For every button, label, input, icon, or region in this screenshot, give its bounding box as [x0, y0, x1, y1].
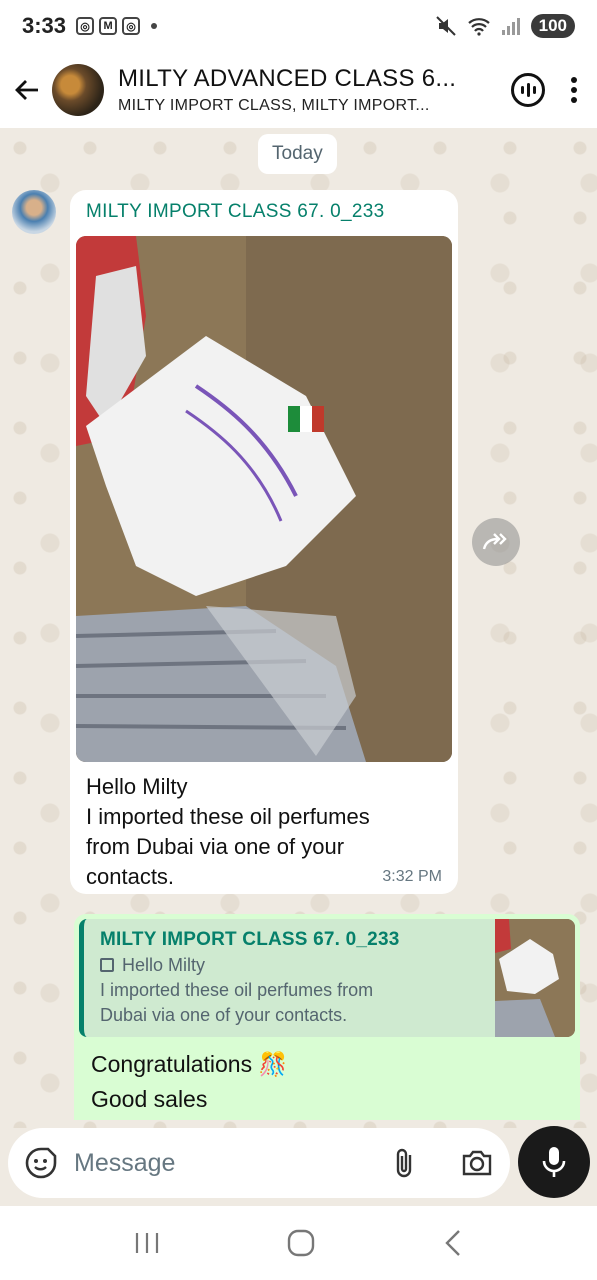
attach-icon[interactable]	[390, 1146, 420, 1180]
home-icon[interactable]	[286, 1228, 316, 1258]
quoted-line: Hello Milty	[122, 955, 206, 975]
photo-content	[76, 236, 452, 762]
back-arrow-icon	[15, 80, 38, 100]
forward-icon	[482, 533, 507, 550]
chat-area[interactable]: Today MILTY IMPORT CLASS 67. 0_233 Hello…	[0, 128, 597, 1128]
more-options-icon[interactable]	[571, 77, 577, 103]
outgoing-message[interactable]: MILTY IMPORT CLASS 67. 0_233 Hello Milty…	[74, 914, 580, 1120]
instagram-icon: ◎	[76, 17, 95, 35]
sticker-icon[interactable]	[24, 1146, 58, 1180]
wifi-icon	[467, 18, 490, 36]
input-bar: Message	[0, 1126, 597, 1206]
back-nav-icon[interactable]	[442, 1228, 464, 1258]
quoted-message[interactable]: MILTY IMPORT CLASS 67. 0_233 Hello Milty…	[79, 919, 575, 1037]
chat-header: MILTY ADVANCED CLASS 6... MILTY IMPORT C…	[0, 52, 597, 128]
mute-icon	[435, 16, 456, 36]
status-bar: 3:33 ◎ M ◎ 100	[0, 0, 597, 52]
message-input-container[interactable]: Message	[8, 1128, 510, 1198]
group-info[interactable]: MILTY ADVANCED CLASS 6... MILTY IMPORT C…	[118, 65, 468, 115]
gmail-icon: M	[99, 17, 118, 35]
forward-button[interactable]	[472, 518, 520, 566]
recents-icon[interactable]	[133, 1230, 161, 1256]
outgoing-text: Congratulations 🎊 Good sales	[79, 1037, 575, 1117]
message-line: Good sales	[91, 1086, 208, 1112]
more-notifications-dot	[151, 23, 158, 29]
group-members: MILTY IMPORT CLASS, MILTY IMPORT...	[118, 97, 430, 114]
battery-indicator: 100	[530, 14, 575, 38]
quoted-line: Dubai via one of your contacts.	[100, 1005, 348, 1025]
image-icon	[100, 958, 114, 972]
mic-icon	[542, 1147, 566, 1177]
message-line: Hello Milty	[86, 774, 188, 799]
message-line: I imported these oil perfumes	[86, 804, 370, 829]
message-line: Congratulations 🎊	[91, 1051, 288, 1077]
group-title: MILTY ADVANCED CLASS 6...	[118, 65, 457, 92]
system-nav-bar	[0, 1206, 597, 1280]
message-input[interactable]: Message	[74, 1149, 390, 1178]
notification-icons: ◎ M ◎	[76, 17, 158, 35]
voice-chat-icon[interactable]	[511, 73, 545, 107]
status-time: 3:33	[22, 13, 67, 38]
message-line: from Dubai via one of your	[86, 834, 345, 859]
message-time: 3:32 PM	[382, 868, 442, 885]
date-separator: Today	[258, 134, 337, 174]
sender-name[interactable]: MILTY IMPORT CLASS 67. 0_233	[76, 196, 452, 230]
signal-icon	[501, 18, 520, 35]
incoming-message[interactable]: MILTY IMPORT CLASS 67. 0_233 Hello Milty…	[70, 190, 458, 894]
quoted-text: Hello Milty I imported these oil perfume…	[84, 951, 484, 1028]
message-photo[interactable]	[76, 236, 452, 762]
sender-avatar[interactable]	[12, 190, 56, 234]
group-avatar[interactable]	[52, 64, 104, 116]
quoted-thumbnail	[495, 919, 575, 1037]
back-button[interactable]	[2, 60, 52, 120]
camera-icon[interactable]	[460, 1148, 494, 1178]
quoted-line: I imported these oil perfumes from	[100, 980, 374, 1000]
voice-message-button[interactable]	[518, 1126, 590, 1198]
status-right: 100	[435, 14, 575, 38]
instagram-icon: ◎	[122, 17, 141, 35]
